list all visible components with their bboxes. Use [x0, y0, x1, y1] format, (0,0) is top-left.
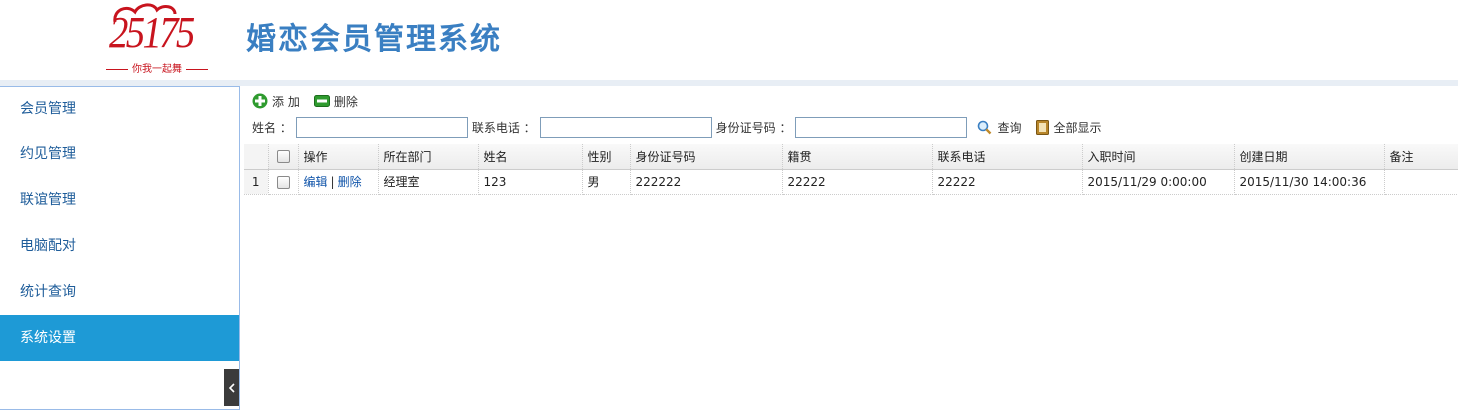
phone-input[interactable]: [539, 116, 712, 138]
toolbar: 添 加 删除: [252, 92, 372, 110]
delete-link[interactable]: 删除: [338, 175, 362, 189]
remove-icon: [313, 95, 330, 107]
column-header-name[interactable]: 姓名: [478, 144, 583, 170]
sidebar-item-social-event-management[interactable]: 联谊管理: [0, 177, 239, 223]
add-button-label: 添 加: [272, 94, 300, 109]
cell-gender: 男: [582, 169, 631, 195]
column-header-remark[interactable]: 备注: [1384, 144, 1458, 170]
cell-department: 经理室: [378, 169, 479, 195]
column-header-created-date[interactable]: 创建日期: [1234, 144, 1385, 170]
data-grid: 操作 所在部门 姓名 性别 身份证号码 籍贯 联系电话 入职时间 创建日期 备注…: [244, 144, 1458, 195]
sidebar-collapse-button[interactable]: [224, 369, 239, 406]
column-header-department[interactable]: 所在部门: [378, 144, 479, 170]
delete-button-label: 删除: [333, 94, 358, 109]
book-icon: [1035, 119, 1049, 135]
logo: 25175 你我一起舞: [95, 2, 225, 76]
row-number-header: [244, 144, 269, 170]
phone-label: 联系电话 ：: [471, 120, 536, 135]
add-icon: [252, 93, 268, 109]
name-label: 姓名 ：: [252, 120, 292, 135]
column-header-gender[interactable]: 性别: [582, 144, 631, 170]
id-number-input[interactable]: [795, 116, 968, 138]
cell-hire-time: 2015/11/29 0:00:00: [1082, 169, 1235, 195]
cell-native-place: 22222: [782, 169, 933, 195]
sidebar-item-computer-matching[interactable]: 电脑配对: [0, 223, 239, 269]
add-button[interactable]: 添 加: [252, 93, 300, 110]
column-header-id-number[interactable]: 身份证号码: [630, 144, 783, 170]
select-all-checkbox[interactable]: [276, 150, 290, 164]
search-bar: 姓名 ： 联系电话 ： 身份证号码 ： 查询 全部显示: [252, 116, 1116, 138]
show-all-button[interactable]: 全部显示: [1035, 119, 1102, 136]
app-title: 婚恋会员管理系统: [246, 22, 502, 57]
sidebar-item-appointment-management[interactable]: 约见管理: [0, 131, 239, 177]
edit-link[interactable]: 编辑: [304, 175, 328, 189]
query-button-label: 查询: [997, 120, 1022, 135]
cell-name: 123: [478, 169, 583, 195]
id-number-label: 身份证号码 ：: [715, 120, 792, 135]
select-all-checkbox-cell: [268, 144, 299, 170]
delete-button[interactable]: 删除: [313, 93, 358, 110]
sidebar-item-statistics-query[interactable]: 统计查询: [0, 269, 239, 315]
header: 25175 你我一起舞 婚恋会员管理系统: [0, 0, 1458, 80]
chevron-left-icon: [228, 382, 235, 393]
logo-slogan: 你我一起舞: [95, 60, 219, 75]
search-icon: [978, 120, 992, 134]
table-row[interactable]: 1 编辑 | 删除 经理室 123 男 222222 22222 22222 201…: [244, 169, 1458, 195]
show-all-button-label: 全部显示: [1053, 120, 1102, 135]
grid-header-row: 操作 所在部门 姓名 性别 身份证号码 籍贯 联系电话 入职时间 创建日期 备注: [244, 144, 1458, 170]
column-header-phone[interactable]: 联系电话: [932, 144, 1083, 170]
action-separator: |: [330, 175, 335, 189]
sidebar-item-system-settings[interactable]: 系统设置: [0, 315, 239, 361]
cell-created-date: 2015/11/30 14:00:36: [1234, 169, 1385, 195]
name-input[interactable]: [295, 116, 468, 138]
cell-id-number: 222222: [630, 169, 783, 195]
column-header-hire-time[interactable]: 入职时间: [1082, 144, 1235, 170]
row-checkbox-cell: [268, 169, 299, 195]
cell-remark: [1384, 169, 1458, 195]
sidebar: 会员管理 约见管理 联谊管理 电脑配对 统计查询 系统设置: [0, 86, 240, 410]
column-header-native-place[interactable]: 籍贯: [782, 144, 933, 170]
cell-phone: 22222: [932, 169, 1083, 195]
logo-number: 25175: [109, 8, 195, 57]
query-button[interactable]: 查询: [977, 119, 1022, 136]
column-header-action[interactable]: 操作: [298, 144, 379, 170]
row-actions: 编辑 | 删除: [298, 169, 379, 195]
row-checkbox[interactable]: [276, 175, 290, 189]
row-number: 1: [244, 169, 269, 195]
sidebar-item-member-management[interactable]: 会员管理: [0, 87, 239, 131]
main-panel: 添 加 删除 姓名 ： 联系电话 ： 身份证号码 ： 查询 全部显示 操作 所在…: [244, 86, 1458, 410]
